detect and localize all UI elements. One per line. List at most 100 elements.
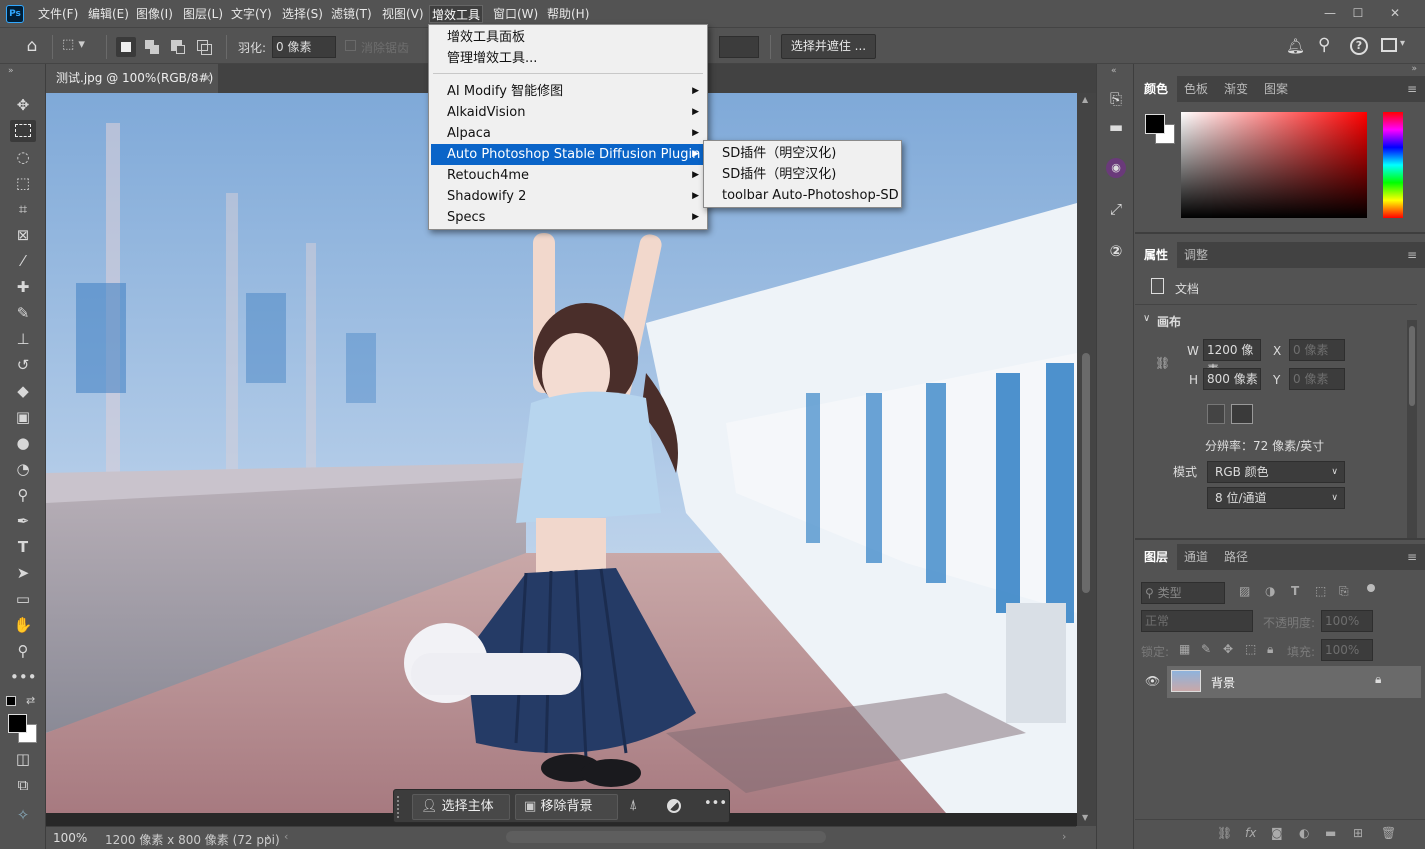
link-layers-icon[interactable]: ⛓ — [1217, 826, 1232, 840]
eraser-tool-icon[interactable]: ◆ — [10, 380, 36, 402]
link-icon[interactable]: ⛓ — [1155, 356, 1170, 370]
history-panel-icon[interactable]: ⎘ — [1105, 88, 1127, 110]
screen-mode-icon[interactable]: ⧉ — [10, 774, 36, 796]
adjustment-layer-icon[interactable]: ◐ — [1299, 826, 1309, 840]
intersect-selection-button[interactable] — [194, 37, 214, 57]
move-tool-icon[interactable]: ✥ — [10, 94, 36, 116]
tab-gradients[interactable]: 渐变 — [1215, 76, 1257, 102]
x-input[interactable]: 0 像素 — [1289, 339, 1345, 361]
feather-input[interactable]: 0 像素 — [272, 36, 336, 58]
menu-item-retouch4me[interactable]: Retouch4me ▶ — [431, 165, 705, 186]
history-brush-icon[interactable]: ↺ — [10, 354, 36, 376]
zoom-tool-icon[interactable]: ⚲ — [10, 640, 36, 662]
lock-paint-icon[interactable]: ✎ — [1201, 642, 1211, 656]
scroll-down-icon[interactable]: ▼ — [1082, 813, 1088, 822]
filter-type-icon[interactable]: T — [1291, 584, 1299, 598]
collapse-panels-icon[interactable]: » — [1411, 64, 1417, 74]
scroll-right-icon[interactable]: › — [1062, 830, 1066, 843]
search-icon[interactable]: ⚲ — [1318, 35, 1330, 55]
menu-select[interactable]: 选择(S) — [280, 5, 325, 23]
lock-all-icon[interactable]: 🔒︎ — [1267, 642, 1273, 657]
properties-scrollbar[interactable] — [1407, 320, 1417, 540]
collapse-icon[interactable]: » — [8, 66, 14, 76]
scroll-left-icon[interactable]: ‹ — [284, 830, 288, 843]
menu-item-alpaca[interactable]: Alpaca ▶ — [431, 123, 705, 144]
menu-item-shadowify[interactable]: Shadowify 2 ▶ — [431, 186, 705, 207]
delete-layer-icon[interactable]: 🗑︎ — [1381, 826, 1396, 840]
chevron-down-icon[interactable]: ∨ — [1143, 313, 1150, 324]
vertical-scroll-thumb[interactable] — [1082, 353, 1090, 593]
height-input[interactable] — [719, 36, 759, 58]
menu-item-auto-photoshop-sd[interactable]: Auto Photoshop Stable Diffusion Plugin ▶ — [431, 144, 705, 165]
scroll-up-icon[interactable]: ▲ — [1082, 95, 1088, 104]
hand-tool-icon[interactable]: ✋ — [10, 614, 36, 636]
horizontal-scroll-thumb[interactable] — [506, 831, 826, 843]
submenu-item-toolbar-sd[interactable]: toolbar Auto-Photoshop-SD — [706, 185, 899, 206]
rectangle-tool-icon[interactable]: ▭ — [10, 588, 36, 610]
filter-adjust-icon[interactable]: ◑ — [1265, 584, 1275, 598]
canvas-section-title[interactable]: 画布 — [1157, 313, 1181, 330]
burn-tool-icon[interactable]: ⚲ — [10, 484, 36, 506]
portrait-icon[interactable] — [1207, 404, 1225, 424]
crop-tool-icon[interactable]: ⌗ — [10, 198, 36, 220]
menu-item-specs[interactable]: Specs ▶ — [431, 207, 705, 228]
filter-shape-icon[interactable]: ⬚ — [1315, 584, 1326, 598]
eyedropper-tool-icon[interactable]: ⁄ — [10, 250, 36, 272]
menu-filter[interactable]: 滤镜(T) — [329, 5, 374, 23]
marquee-tool-icon[interactable] — [10, 120, 36, 142]
blur-tool-icon[interactable]: ● — [10, 432, 36, 454]
tab-properties[interactable]: 属性 — [1135, 242, 1178, 268]
tab-color[interactable]: 颜色 — [1135, 76, 1178, 102]
tab-patterns[interactable]: 图案 — [1255, 76, 1297, 102]
foreground-color-swatch[interactable] — [1145, 114, 1165, 134]
color-mode-select[interactable]: RGB 颜色 ∨ — [1207, 461, 1345, 483]
minimize-icon[interactable]: — — [1319, 4, 1341, 22]
healing-brush-icon[interactable]: ✚ — [10, 276, 36, 298]
menu-plugins[interactable]: 增效工具 — [429, 5, 484, 23]
comments-panel-icon[interactable]: ▬ — [1105, 116, 1127, 138]
new-selection-button[interactable] — [116, 37, 136, 57]
blend-mode-select[interactable]: 正常 — [1141, 610, 1253, 632]
close-icon[interactable]: ✕ — [1384, 4, 1406, 22]
panel-menu-icon[interactable]: ≡ — [1407, 248, 1417, 262]
bit-depth-select[interactable]: 8 位/通道 ∨ — [1207, 487, 1345, 509]
collapse-icon[interactable]: « — [1111, 66, 1117, 76]
fill-input[interactable]: 100% — [1321, 639, 1373, 661]
gradient-tool-icon[interactable]: ▣ — [10, 406, 36, 428]
remove-background-button[interactable]: ▣ 移除背景 — [515, 794, 618, 820]
menu-item-alkaidvision[interactable]: AlkaidVision ▶ — [431, 102, 705, 123]
path-select-tool-icon[interactable]: ➤ — [10, 562, 36, 584]
menu-item-ai-modify[interactable]: AI Modify 智能修图 ▶ — [431, 81, 705, 102]
layer-filter-select[interactable]: ⚲ 类型 — [1141, 582, 1225, 604]
add-mask-icon[interactable]: ◙ — [1271, 826, 1283, 840]
tab-layers[interactable]: 图层 — [1135, 544, 1178, 570]
visibility-eye-icon[interactable]: 👁︎ — [1145, 674, 1160, 688]
adjust-icon[interactable] — [667, 799, 681, 813]
filter-pixel-icon[interactable]: ▨ — [1239, 584, 1250, 598]
select-and-mask-button[interactable]: 选择并遮住 ... — [781, 34, 876, 59]
more-tools-icon[interactable]: ••• — [10, 666, 37, 688]
add-selection-button[interactable] — [142, 37, 162, 57]
menu-edit[interactable]: 编辑(E) — [86, 5, 131, 23]
lasso-tool-icon[interactable]: ◌ — [10, 146, 36, 168]
lock-position-icon[interactable]: ✥ — [1223, 642, 1233, 656]
lock-artboard-icon[interactable]: ⬚ — [1245, 642, 1256, 656]
menu-help[interactable]: 帮助(H) — [545, 5, 591, 23]
dodge-tool-icon[interactable]: ◔ — [10, 458, 36, 480]
height-input[interactable]: 800 像素 — [1203, 368, 1261, 390]
menu-layer[interactable]: 图层(L) — [181, 5, 225, 23]
panel-menu-icon[interactable]: ≡ — [1407, 82, 1417, 96]
foreground-color-swatch[interactable] — [8, 714, 27, 733]
submenu-item-sd-plugin-1[interactable]: SD插件（明空汉化) — [706, 143, 899, 164]
plugin-panel-icon[interactable]: ◉ — [1106, 158, 1126, 178]
select-subject-button[interactable]: 👤︎ 选择主体 — [412, 794, 510, 820]
menu-type[interactable]: 文字(Y) — [229, 5, 274, 23]
menu-item-manage-plugins[interactable]: 管理增效工具... — [431, 48, 705, 69]
document-tab[interactable]: 测试.jpg @ 100%(RGB/8#) × — [46, 64, 218, 93]
help-icon[interactable]: ? — [1350, 37, 1368, 55]
layer-row[interactable]: 背景 🔒︎ — [1167, 666, 1421, 698]
opacity-input[interactable]: 100% — [1321, 610, 1373, 632]
vertical-scrollbar[interactable]: ▲ ▼ — [1077, 93, 1096, 826]
swap-colors-icon[interactable]: ⇄ — [26, 694, 35, 707]
workspace-icon[interactable] — [1381, 38, 1397, 52]
